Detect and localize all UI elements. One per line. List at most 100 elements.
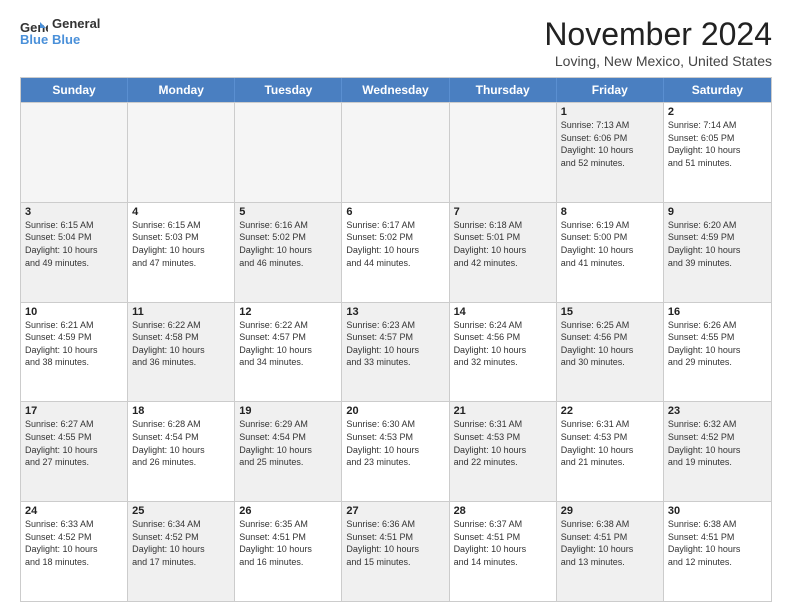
day-number: 7 [454, 206, 552, 218]
cal-cell: 26Sunrise: 6:35 AM Sunset: 4:51 PM Dayli… [235, 502, 342, 601]
cal-cell: 5Sunrise: 6:16 AM Sunset: 5:02 PM Daylig… [235, 203, 342, 302]
cal-week-3: 10Sunrise: 6:21 AM Sunset: 4:59 PM Dayli… [21, 302, 771, 402]
cal-cell: 10Sunrise: 6:21 AM Sunset: 4:59 PM Dayli… [21, 303, 128, 402]
cal-cell: 25Sunrise: 6:34 AM Sunset: 4:52 PM Dayli… [128, 502, 235, 601]
day-header-wednesday: Wednesday [342, 78, 449, 102]
day-header-tuesday: Tuesday [235, 78, 342, 102]
day-header-friday: Friday [557, 78, 664, 102]
cal-cell: 21Sunrise: 6:31 AM Sunset: 4:53 PM Dayli… [450, 402, 557, 501]
cal-week-4: 17Sunrise: 6:27 AM Sunset: 4:55 PM Dayli… [21, 401, 771, 501]
day-number: 18 [132, 405, 230, 417]
cell-info: Sunrise: 6:29 AM Sunset: 4:54 PM Dayligh… [239, 418, 337, 468]
cell-info: Sunrise: 6:19 AM Sunset: 5:00 PM Dayligh… [561, 219, 659, 269]
day-number: 27 [346, 505, 444, 517]
cal-cell: 23Sunrise: 6:32 AM Sunset: 4:52 PM Dayli… [664, 402, 771, 501]
cell-info: Sunrise: 6:15 AM Sunset: 5:04 PM Dayligh… [25, 219, 123, 269]
cal-cell: 24Sunrise: 6:33 AM Sunset: 4:52 PM Dayli… [21, 502, 128, 601]
cell-info: Sunrise: 6:38 AM Sunset: 4:51 PM Dayligh… [561, 518, 659, 568]
cell-info: Sunrise: 6:21 AM Sunset: 4:59 PM Dayligh… [25, 319, 123, 369]
cal-cell: 20Sunrise: 6:30 AM Sunset: 4:53 PM Dayli… [342, 402, 449, 501]
cal-cell: 30Sunrise: 6:38 AM Sunset: 4:51 PM Dayli… [664, 502, 771, 601]
cal-cell: 7Sunrise: 6:18 AM Sunset: 5:01 PM Daylig… [450, 203, 557, 302]
calendar-header: SundayMondayTuesdayWednesdayThursdayFrid… [21, 78, 771, 102]
cal-cell [235, 103, 342, 202]
svg-text:Blue: Blue [20, 32, 48, 46]
day-number: 22 [561, 405, 659, 417]
title-block: November 2024 Loving, New Mexico, United… [544, 16, 772, 69]
cal-cell: 27Sunrise: 6:36 AM Sunset: 4:51 PM Dayli… [342, 502, 449, 601]
day-number: 6 [346, 206, 444, 218]
cal-cell: 1Sunrise: 7:13 AM Sunset: 6:06 PM Daylig… [557, 103, 664, 202]
cell-info: Sunrise: 6:24 AM Sunset: 4:56 PM Dayligh… [454, 319, 552, 369]
day-header-sunday: Sunday [21, 78, 128, 102]
cal-cell [342, 103, 449, 202]
cal-cell: 6Sunrise: 6:17 AM Sunset: 5:02 PM Daylig… [342, 203, 449, 302]
day-number: 13 [346, 306, 444, 318]
cell-info: Sunrise: 6:37 AM Sunset: 4:51 PM Dayligh… [454, 518, 552, 568]
cell-info: Sunrise: 6:22 AM Sunset: 4:58 PM Dayligh… [132, 319, 230, 369]
cell-info: Sunrise: 6:31 AM Sunset: 4:53 PM Dayligh… [561, 418, 659, 468]
cell-info: Sunrise: 6:22 AM Sunset: 4:57 PM Dayligh… [239, 319, 337, 369]
cal-cell: 3Sunrise: 6:15 AM Sunset: 5:04 PM Daylig… [21, 203, 128, 302]
cal-cell: 19Sunrise: 6:29 AM Sunset: 4:54 PM Dayli… [235, 402, 342, 501]
day-number: 30 [668, 505, 767, 517]
day-number: 16 [668, 306, 767, 318]
cell-info: Sunrise: 6:20 AM Sunset: 4:59 PM Dayligh… [668, 219, 767, 269]
day-number: 4 [132, 206, 230, 218]
cell-info: Sunrise: 6:31 AM Sunset: 4:53 PM Dayligh… [454, 418, 552, 468]
day-number: 14 [454, 306, 552, 318]
cal-cell: 11Sunrise: 6:22 AM Sunset: 4:58 PM Dayli… [128, 303, 235, 402]
cell-info: Sunrise: 6:34 AM Sunset: 4:52 PM Dayligh… [132, 518, 230, 568]
cell-info: Sunrise: 6:26 AM Sunset: 4:55 PM Dayligh… [668, 319, 767, 369]
cell-info: Sunrise: 6:17 AM Sunset: 5:02 PM Dayligh… [346, 219, 444, 269]
day-number: 21 [454, 405, 552, 417]
calendar-body: 1Sunrise: 7:13 AM Sunset: 6:06 PM Daylig… [21, 102, 771, 601]
day-number: 19 [239, 405, 337, 417]
logo-icon: General Blue [20, 18, 48, 46]
day-number: 3 [25, 206, 123, 218]
cal-cell: 17Sunrise: 6:27 AM Sunset: 4:55 PM Dayli… [21, 402, 128, 501]
day-number: 5 [239, 206, 337, 218]
cell-info: Sunrise: 6:27 AM Sunset: 4:55 PM Dayligh… [25, 418, 123, 468]
cal-week-1: 1Sunrise: 7:13 AM Sunset: 6:06 PM Daylig… [21, 102, 771, 202]
day-number: 9 [668, 206, 767, 218]
cal-cell [128, 103, 235, 202]
cal-cell: 13Sunrise: 6:23 AM Sunset: 4:57 PM Dayli… [342, 303, 449, 402]
cal-week-5: 24Sunrise: 6:33 AM Sunset: 4:52 PM Dayli… [21, 501, 771, 601]
header: General Blue General Blue November 2024 … [20, 16, 772, 69]
cell-info: Sunrise: 6:35 AM Sunset: 4:51 PM Dayligh… [239, 518, 337, 568]
cell-info: Sunrise: 6:28 AM Sunset: 4:54 PM Dayligh… [132, 418, 230, 468]
day-header-thursday: Thursday [450, 78, 557, 102]
day-number: 28 [454, 505, 552, 517]
day-number: 20 [346, 405, 444, 417]
cal-cell: 18Sunrise: 6:28 AM Sunset: 4:54 PM Dayli… [128, 402, 235, 501]
logo: General Blue General Blue [20, 16, 100, 47]
cal-cell [21, 103, 128, 202]
cal-cell: 2Sunrise: 7:14 AM Sunset: 6:05 PM Daylig… [664, 103, 771, 202]
cal-cell: 15Sunrise: 6:25 AM Sunset: 4:56 PM Dayli… [557, 303, 664, 402]
cal-cell: 4Sunrise: 6:15 AM Sunset: 5:03 PM Daylig… [128, 203, 235, 302]
month-title: November 2024 [544, 16, 772, 53]
day-number: 1 [561, 106, 659, 118]
day-number: 2 [668, 106, 767, 118]
day-number: 23 [668, 405, 767, 417]
cell-info: Sunrise: 6:18 AM Sunset: 5:01 PM Dayligh… [454, 219, 552, 269]
cell-info: Sunrise: 7:13 AM Sunset: 6:06 PM Dayligh… [561, 119, 659, 169]
day-header-monday: Monday [128, 78, 235, 102]
cal-cell: 29Sunrise: 6:38 AM Sunset: 4:51 PM Dayli… [557, 502, 664, 601]
day-header-saturday: Saturday [664, 78, 771, 102]
cell-info: Sunrise: 6:25 AM Sunset: 4:56 PM Dayligh… [561, 319, 659, 369]
cal-cell: 14Sunrise: 6:24 AM Sunset: 4:56 PM Dayli… [450, 303, 557, 402]
calendar: SundayMondayTuesdayWednesdayThursdayFrid… [20, 77, 772, 602]
cell-info: Sunrise: 7:14 AM Sunset: 6:05 PM Dayligh… [668, 119, 767, 169]
cell-info: Sunrise: 6:36 AM Sunset: 4:51 PM Dayligh… [346, 518, 444, 568]
cal-cell: 28Sunrise: 6:37 AM Sunset: 4:51 PM Dayli… [450, 502, 557, 601]
day-number: 25 [132, 505, 230, 517]
day-number: 15 [561, 306, 659, 318]
cal-cell: 22Sunrise: 6:31 AM Sunset: 4:53 PM Dayli… [557, 402, 664, 501]
cell-info: Sunrise: 6:16 AM Sunset: 5:02 PM Dayligh… [239, 219, 337, 269]
day-number: 8 [561, 206, 659, 218]
location: Loving, New Mexico, United States [544, 53, 772, 69]
cell-info: Sunrise: 6:15 AM Sunset: 5:03 PM Dayligh… [132, 219, 230, 269]
day-number: 17 [25, 405, 123, 417]
